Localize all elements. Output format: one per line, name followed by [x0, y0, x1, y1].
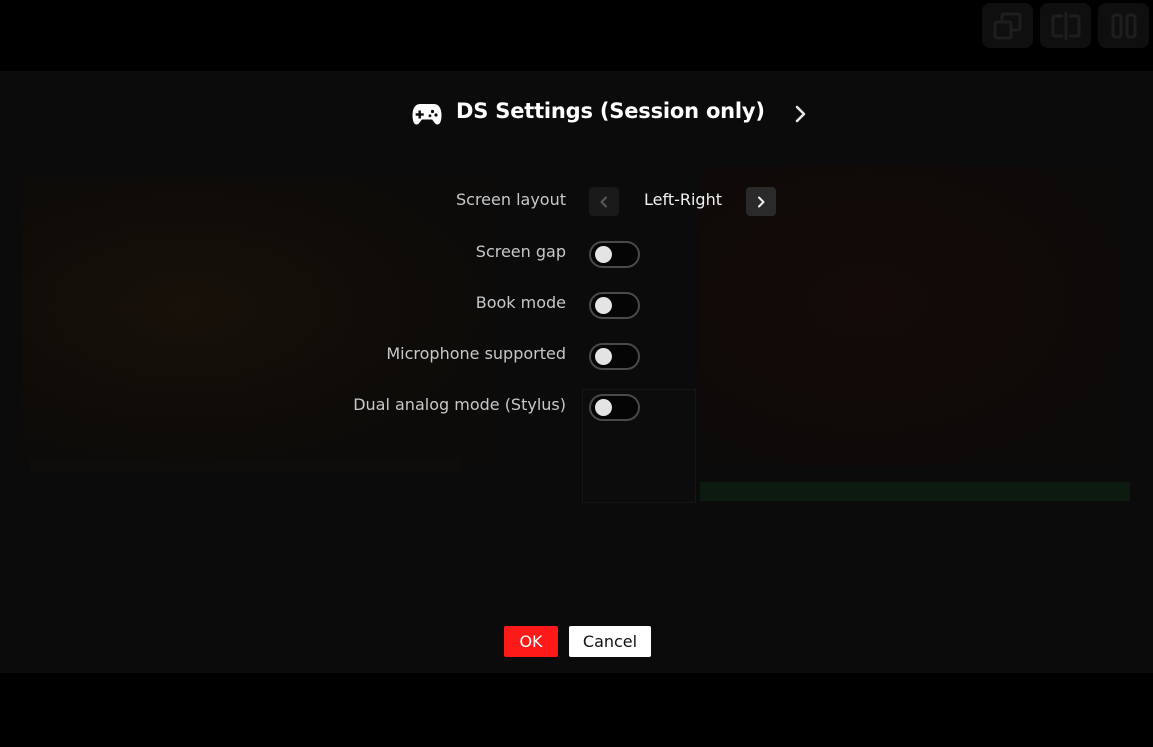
restore-windows-button[interactable] [982, 3, 1033, 48]
book-mode-toggle[interactable] [589, 292, 640, 319]
dual-analog-mode-label: Dual analog mode (Stylus) [353, 395, 566, 414]
screen-layout-label: Screen layout [455, 190, 566, 209]
screen-layout-prev-button[interactable] [589, 187, 619, 216]
microphone-supported-toggle[interactable] [589, 343, 640, 370]
background-health-bar [700, 482, 1130, 501]
background-decoration [30, 459, 460, 471]
screen-gap-toggle[interactable] [589, 241, 640, 268]
toggle-knob [595, 399, 612, 416]
screen-gap-label: Screen gap [475, 242, 566, 261]
chevron-right-icon[interactable] [789, 103, 811, 125]
restore-windows-icon [993, 12, 1021, 39]
chevron-left-icon [600, 196, 607, 207]
ok-button[interactable]: OK [504, 626, 558, 657]
split-screen-button[interactable] [1040, 3, 1091, 48]
toggle-knob [595, 297, 612, 314]
ds-settings-dialog: DS Settings (Session only) Screen layout… [0, 71, 1153, 673]
dual-analog-mode-toggle[interactable] [589, 394, 640, 421]
app-screen: DS Settings (Session only) Screen layout… [0, 0, 1153, 747]
toggle-knob [595, 348, 612, 365]
cancel-button[interactable]: Cancel [569, 626, 651, 657]
pause-button[interactable] [1098, 3, 1149, 48]
microphone-supported-label: Microphone supported [386, 344, 566, 363]
screen-layout-value: Left-Right [643, 190, 722, 209]
screen-layout-next-button[interactable] [746, 187, 776, 216]
dialog-header: DS Settings (Session only) [0, 97, 1153, 133]
dialog-title: DS Settings (Session only) [456, 99, 765, 123]
chevron-right-icon [758, 196, 765, 207]
gamepad-icon [412, 104, 442, 125]
background-game-screen-left [22, 177, 492, 467]
split-screen-icon [1051, 11, 1080, 40]
toggle-knob [595, 246, 612, 263]
pause-icon [1111, 13, 1136, 38]
book-mode-label: Book mode [475, 293, 566, 312]
